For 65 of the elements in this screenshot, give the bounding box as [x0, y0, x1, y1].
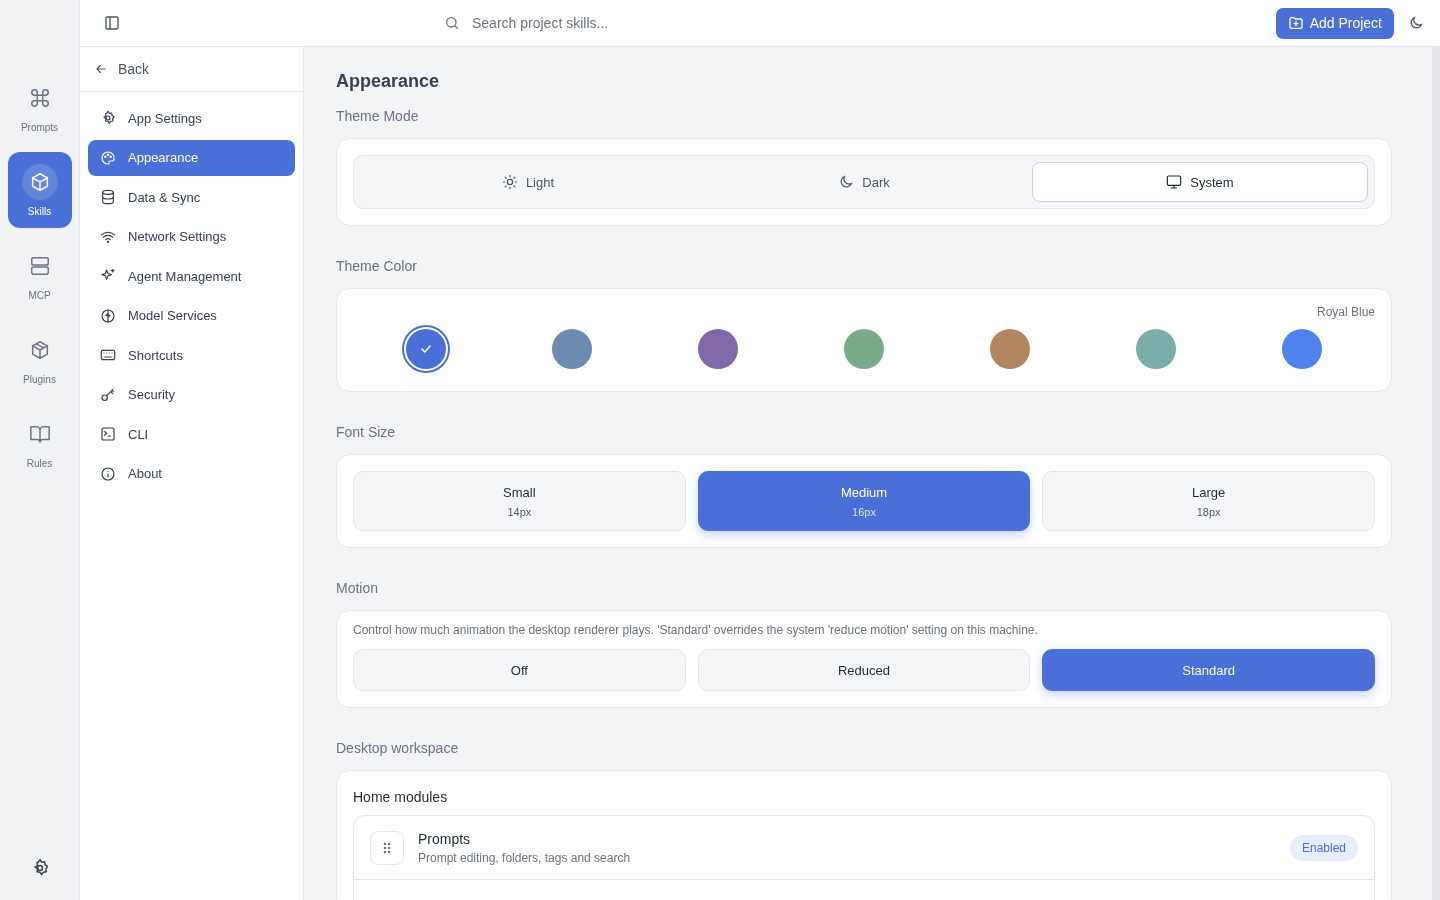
sidebar-toggle-icon[interactable] [104, 15, 120, 31]
grip-icon [382, 840, 392, 855]
info-icon [100, 465, 116, 482]
color-name: Royal Blue [1316, 305, 1375, 319]
settings-nav-item[interactable]: CLI [88, 416, 295, 452]
section-label: Theme Color [336, 258, 418, 274]
color-swatch[interactable] [1136, 329, 1176, 369]
section-label: Desktop workspace [336, 740, 460, 756]
drag-handle[interactable] [370, 830, 404, 865]
folder-plus-icon [1287, 15, 1304, 31]
color-swatch[interactable] [698, 329, 738, 369]
status-toggle[interactable]: Enabled [1289, 834, 1358, 861]
server-icon [28, 254, 51, 277]
settings-nav-item[interactable]: Security [88, 376, 295, 413]
rail-item[interactable]: Prompts [7, 68, 72, 144]
back-link[interactable]: Back [80, 47, 303, 92]
settings-nav-item[interactable]: About [88, 455, 295, 492]
motion-option[interactable]: Standard [1042, 649, 1375, 691]
settings-nav-item[interactable]: Shortcuts [88, 337, 295, 373]
rail-item[interactable]: Rules [7, 404, 72, 480]
color-swatch[interactable] [1282, 329, 1322, 369]
color-swatch[interactable] [990, 329, 1030, 369]
motion-option[interactable]: Off [353, 649, 686, 691]
settings-nav-item[interactable]: Model Services [88, 297, 295, 334]
theme-mode-option[interactable]: System [1032, 162, 1368, 202]
color-swatch[interactable] [552, 329, 592, 369]
database-icon [100, 189, 116, 205]
font-size-option[interactable]: Small 14px [353, 471, 686, 531]
rail-item[interactable]: Skills [7, 152, 72, 228]
home-modules-title: Home modules [353, 789, 449, 805]
section-label: Theme Mode [336, 108, 420, 124]
font-size-option[interactable]: Large 18px [1042, 471, 1375, 531]
rail-item[interactable]: MCP [7, 236, 72, 312]
theme-mode-option[interactable]: Light [360, 162, 696, 202]
color-swatch[interactable] [844, 329, 884, 369]
arrow-left-icon [94, 62, 108, 76]
settings-nav-item[interactable]: Network Settings [88, 218, 295, 255]
page-title: Appearance [336, 71, 441, 92]
section-label: Font Size [336, 424, 397, 440]
settings-nav-item[interactable]: Data & Sync [88, 179, 295, 215]
palette-icon [100, 149, 116, 166]
gear-icon [100, 110, 116, 126]
motion-description: Control how much animation the desktop renderer plays. 'Standard' overrides the system 'reduce motion' setting on this machine. [353, 623, 1039, 637]
settings-nav-item[interactable]: App Settings [88, 100, 295, 136]
key-icon [100, 386, 116, 403]
motion-option[interactable]: Reduced [697, 649, 1031, 691]
keyboard-icon [100, 347, 116, 363]
moon-icon[interactable] [1408, 15, 1424, 31]
section-label: Motion [336, 580, 380, 596]
settings-nav-item[interactable]: Appearance [88, 139, 295, 176]
sun-icon [501, 174, 518, 190]
terminal-icon [100, 426, 116, 442]
monitor-icon [1166, 174, 1183, 190]
font-size-option[interactable]: Medium 16px [697, 471, 1031, 531]
search-icon [444, 15, 460, 31]
module-name: Prompts [418, 830, 472, 847]
settings-nav-item[interactable]: Agent Management [88, 258, 295, 294]
add-project-button[interactable]: Add Project [1275, 7, 1394, 39]
command-icon [28, 86, 51, 109]
search-field[interactable]: Search project skills... [470, 14, 784, 32]
rail-item[interactable]: Plugins [7, 320, 72, 396]
theme-mode-option[interactable]: Dark [696, 162, 1032, 202]
color-swatch[interactable] [406, 329, 446, 369]
module-description: Prompt editing, folders, tags and search [418, 850, 632, 865]
moon-icon [838, 174, 855, 190]
